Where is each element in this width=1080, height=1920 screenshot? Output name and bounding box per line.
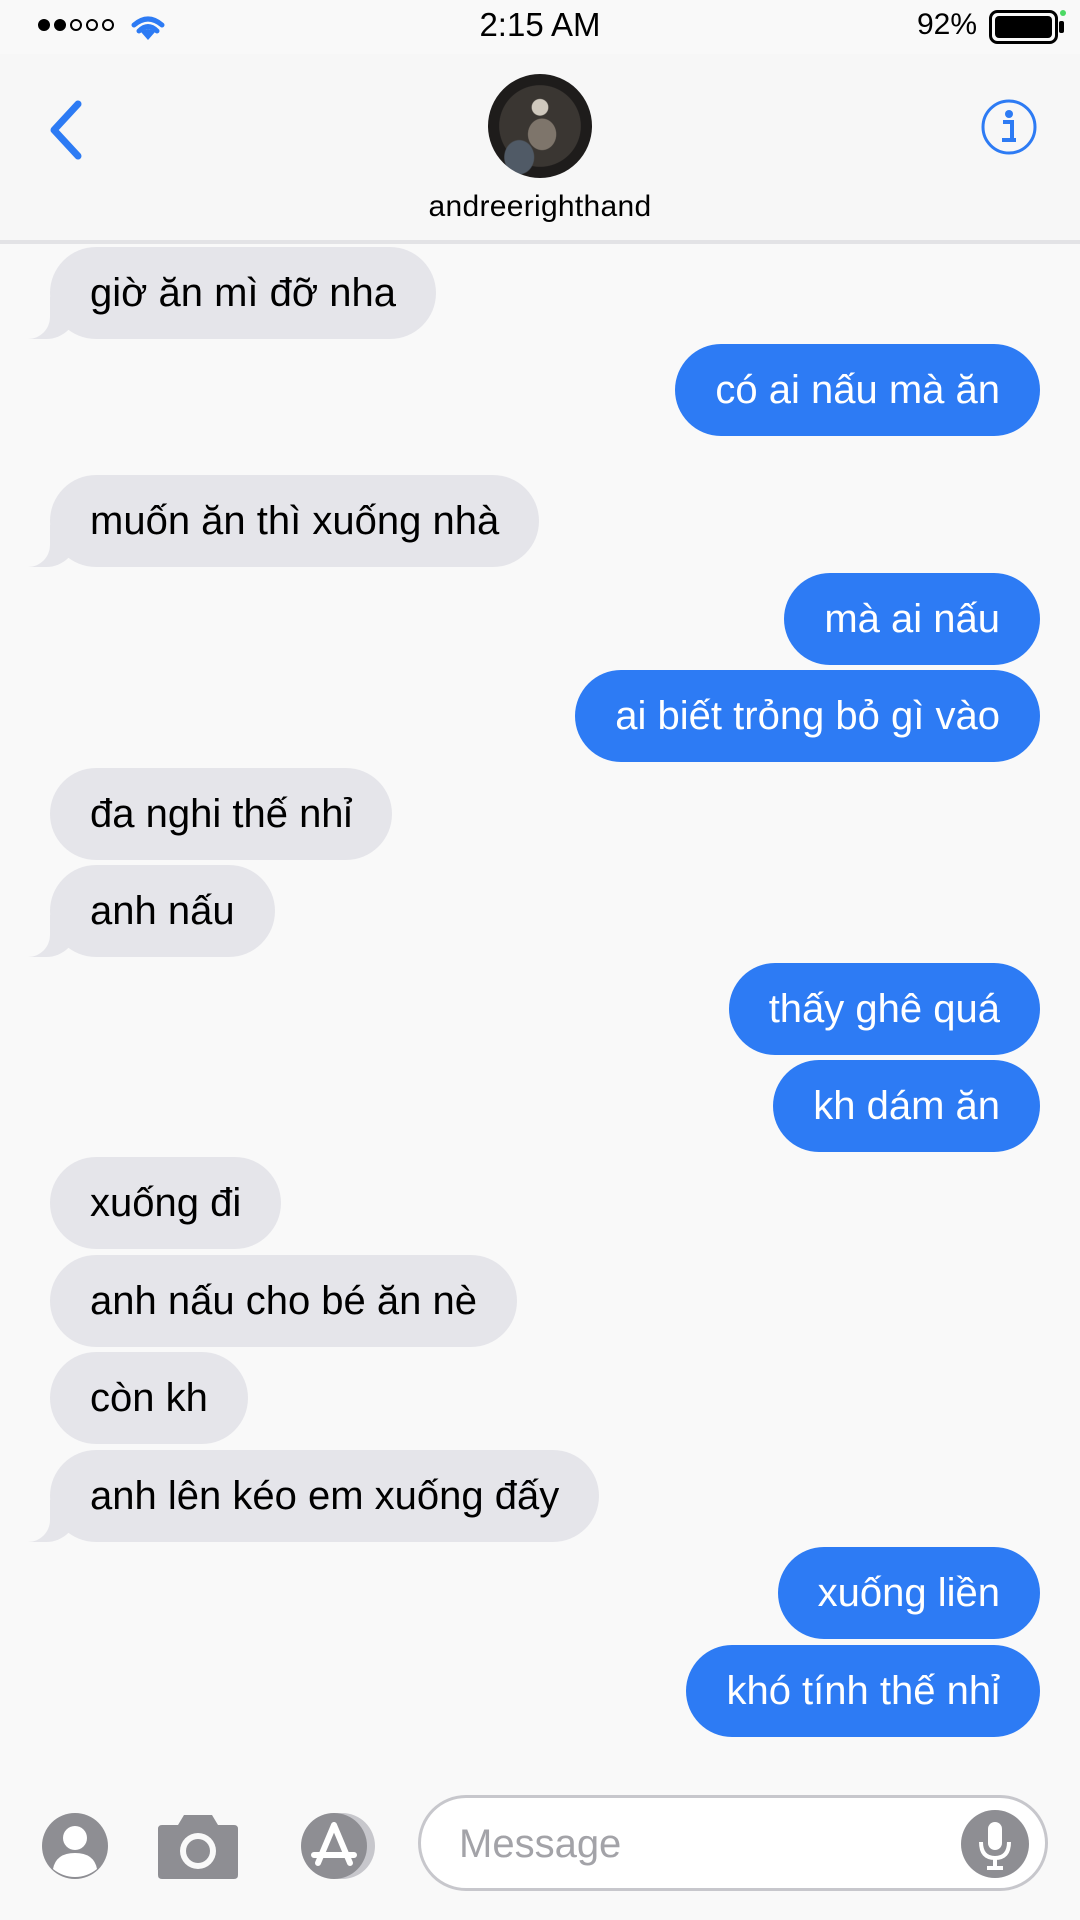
camera-icon[interactable] [156,1811,240,1881]
message-bubble-received[interactable]: xuống đi [50,1157,282,1249]
message-input-field[interactable] [418,1795,1048,1891]
message-bubble-sent[interactable]: có ai nấu mà ăn [675,344,1040,436]
message-input[interactable] [459,1816,929,1872]
message-bubble-sent[interactable]: khó tính thế nhỉ [686,1645,1040,1737]
contact-name[interactable]: andreerighthand [0,190,1080,224]
info-icon[interactable] [980,98,1038,156]
mic-button[interactable] [961,1810,1029,1878]
battery-icon [989,10,1066,44]
message-bubble-received[interactable]: đa nghi thế nhỉ [50,768,393,860]
message-bubble-received[interactable]: giờ ăn mì đỡ nha [16,247,436,339]
compose-bar [0,1787,1080,1920]
message-bubble-sent[interactable]: mà ai nấu [784,573,1040,665]
avatar[interactable] [488,74,592,178]
conversation-header: andreerighthand [0,54,1080,244]
chevron-left-icon[interactable] [44,98,90,162]
message-bubble-received[interactable]: anh lên kéo em xuống đấy [15,1450,600,1542]
message-bubble-received[interactable]: còn kh [50,1352,248,1444]
message-bubble-sent[interactable]: kh dám ăn [773,1060,1040,1152]
message-bubble-sent[interactable]: thấy ghê quá [728,963,1040,1055]
message-bubble-sent[interactable]: xuống liền [777,1547,1040,1639]
message-bubble-sent[interactable]: ai biết trỏng bỏ gì vào [575,670,1040,762]
contact-icon[interactable] [40,1811,110,1881]
message-thread[interactable]: giờ ăn mì đỡ nha có ai nấu mà ăn muốn ăn… [0,247,1080,1787]
app-store-icon[interactable] [290,1811,382,1881]
message-bubble-received[interactable]: anh nấu [16,865,275,957]
message-bubble-received[interactable]: muốn ăn thì xuống nhà [15,475,540,567]
mic-icon [979,1822,1011,1870]
message-bubble-received[interactable]: anh nấu cho bé ăn nè [50,1255,518,1347]
status-bar: 2:15 AM 92% [0,0,1080,54]
battery-percent: 92% [917,8,978,41]
